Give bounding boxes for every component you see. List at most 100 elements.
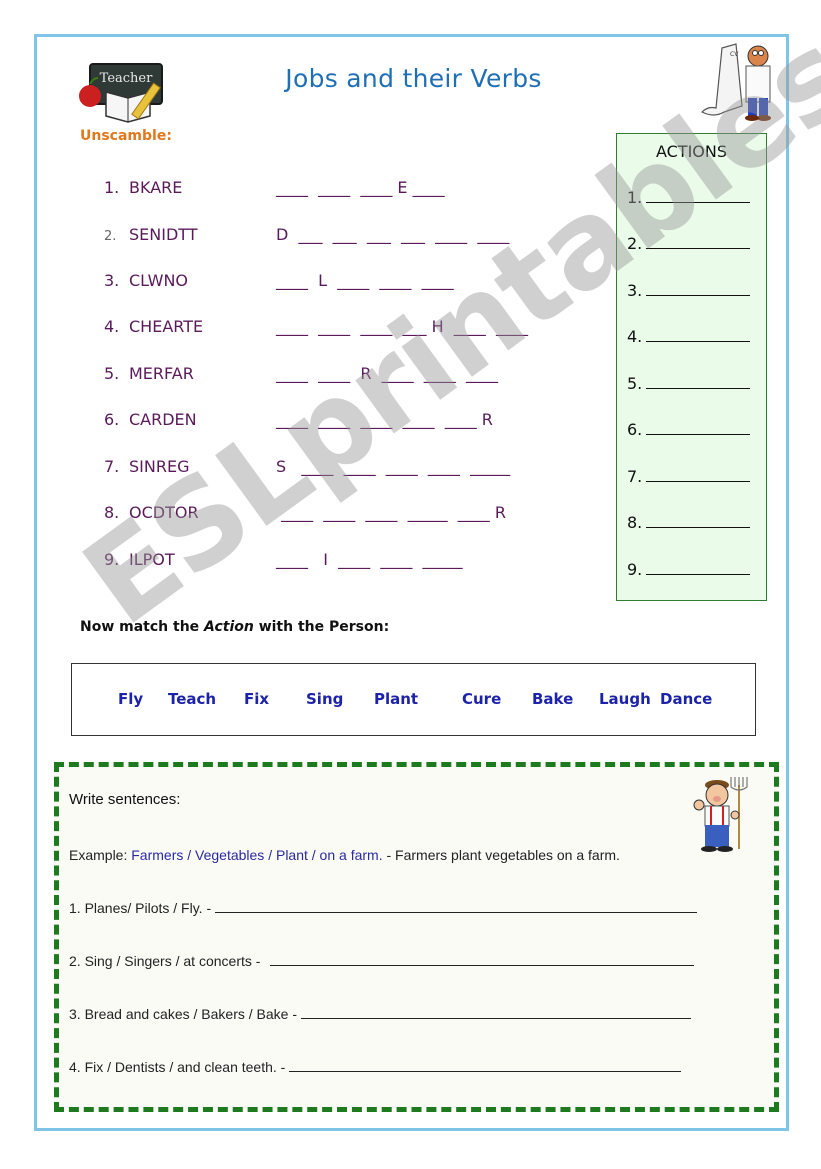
- action-answer-line[interactable]: 3.: [627, 281, 751, 300]
- action-number: 9.: [627, 560, 643, 579]
- example-answer: - Farmers plant vegetables on a farm.: [382, 847, 620, 863]
- item-number: 4.: [104, 317, 120, 336]
- item-number: 6.: [104, 410, 120, 429]
- scrambled-word: SINREG: [129, 457, 190, 476]
- answer-pattern[interactable]: ____ I ____ ____ _____: [276, 550, 463, 569]
- unscramble-item: 3. CLWNO: [104, 271, 188, 290]
- action-answer-line[interactable]: 6.: [627, 420, 751, 439]
- actions-box: ACTIONS 1. 2. 3. 4. 5. 6. 7. 8. 9.: [616, 133, 767, 601]
- action-answer-line[interactable]: 9.: [627, 560, 751, 579]
- sentence-answer-line[interactable]: [270, 953, 695, 966]
- action-blank[interactable]: [646, 562, 751, 575]
- answer-pattern[interactable]: ____ ____ R ____ ____ ____: [276, 364, 498, 383]
- match-label-suffix: with the Person:: [253, 619, 390, 635]
- unscramble-item: 8. OCDTOR: [104, 503, 199, 522]
- scrambled-word: BKARE: [129, 178, 183, 197]
- unscramble-item: 2. SENIDTT: [104, 225, 198, 244]
- scrambled-word: OCDTOR: [129, 503, 199, 522]
- verb-word: Fix: [244, 690, 270, 708]
- sentence-prompt: 1. Planes/ Pilots / Fly. -: [69, 900, 212, 916]
- action-blank[interactable]: [646, 376, 751, 389]
- scrambled-word: CLWNO: [129, 271, 188, 290]
- sentence-item: 4. Fix / Dentists / and clean teeth. -: [69, 1059, 682, 1075]
- action-number: 4.: [627, 327, 643, 346]
- write-sentences-box: Write sentences: Example: Farmers / Vege…: [54, 762, 779, 1112]
- sentence-prompt: 2. Sing / Singers / at concerts -: [69, 953, 261, 969]
- sentence-answer-line[interactable]: [215, 900, 698, 913]
- item-number: 7.: [104, 457, 120, 476]
- item-number: 9.: [104, 550, 120, 569]
- action-blank[interactable]: [646, 283, 751, 296]
- action-answer-line[interactable]: 2.: [627, 234, 751, 253]
- unscramble-item: 6. CARDEN: [104, 410, 197, 429]
- answer-pattern[interactable]: ____ ____ ____ ___ H ____ ____: [276, 317, 528, 336]
- verb-word: Sing: [306, 690, 344, 708]
- verb-word: Cure: [462, 690, 502, 708]
- sentence-item: 3. Bread and cakes / Bakers / Bake -: [69, 1006, 692, 1022]
- doctor-with-cv-icon: CV: [700, 43, 771, 121]
- answer-pattern[interactable]: D ___ ___ ___ ___ ____ ____: [276, 225, 509, 244]
- item-number: 3.: [104, 271, 120, 290]
- verbs-box: Fly Teach Fix Sing Plant Cure Bake Laugh…: [71, 663, 756, 736]
- action-number: 1.: [627, 188, 643, 207]
- action-answer-line[interactable]: 8.: [627, 513, 751, 532]
- action-answer-line[interactable]: 5.: [627, 374, 751, 393]
- action-number: 7.: [627, 467, 643, 486]
- unscramble-item: 5. MERFAR: [104, 364, 194, 383]
- action-number: 2.: [627, 234, 643, 253]
- example-sentence: Example: Farmers / Vegetables / Plant / …: [69, 847, 620, 863]
- action-blank[interactable]: [646, 469, 751, 482]
- action-number: 6.: [627, 420, 643, 439]
- write-sentences-label: Write sentences:: [69, 791, 181, 808]
- unscramble-item: 9. ILPOT: [104, 550, 175, 569]
- answer-pattern[interactable]: ____ ____ ____ _____ ____ R: [276, 503, 506, 522]
- action-number: 3.: [627, 281, 643, 300]
- verb-word: Teach: [168, 690, 217, 708]
- example-prompt: Farmers / Vegetables / Plant / on a farm…: [131, 847, 383, 863]
- sentence-prompt: 4. Fix / Dentists / and clean teeth. -: [69, 1059, 286, 1075]
- sentence-answer-line[interactable]: [301, 1006, 692, 1019]
- answer-pattern[interactable]: ____ L ____ ____ ____: [276, 271, 454, 290]
- sentence-answer-line[interactable]: [289, 1059, 682, 1072]
- unscramble-item: 4. CHEARTE: [104, 317, 203, 336]
- action-answer-line[interactable]: 1.: [627, 188, 751, 207]
- unscramble-label: Unscamble:: [80, 128, 172, 144]
- item-number: 2.: [104, 229, 117, 244]
- unscramble-item: 1. BKARE: [104, 178, 182, 197]
- verb-word: Dance: [660, 690, 713, 708]
- verb-word: Fly: [118, 690, 144, 708]
- verb-word: Laugh: [599, 690, 651, 708]
- action-answer-line[interactable]: 7.: [627, 467, 751, 486]
- action-number: 5.: [627, 374, 643, 393]
- verb-word: Bake: [532, 690, 574, 708]
- item-number: 8.: [104, 503, 120, 522]
- answer-pattern[interactable]: ____ ____ ____ ____ ____ R: [276, 410, 493, 429]
- scrambled-word: ILPOT: [129, 550, 175, 569]
- svg-text:CV: CV: [730, 51, 739, 58]
- farmer-icon: [693, 777, 748, 852]
- item-number: 1.: [104, 178, 120, 197]
- scrambled-word: CHEARTE: [129, 317, 204, 336]
- answer-pattern[interactable]: ____ ____ ____ E ____: [276, 178, 445, 197]
- action-blank[interactable]: [646, 190, 751, 203]
- scrambled-word: CARDEN: [129, 410, 197, 429]
- match-label-prefix: Now match the: [80, 619, 205, 635]
- match-instruction: Now match the Action with the Person:: [80, 619, 389, 635]
- match-label-italic: Action: [204, 619, 254, 635]
- sentence-item: 2. Sing / Singers / at concerts -: [69, 953, 695, 969]
- actions-title: ACTIONS: [655, 142, 728, 161]
- sentence-prompt: 3. Bread and cakes / Bakers / Bake -: [69, 1006, 298, 1022]
- answer-pattern[interactable]: S ____ ____ ____ ____ _____: [276, 457, 510, 476]
- action-blank[interactable]: [646, 236, 751, 249]
- action-number: 8.: [627, 513, 643, 532]
- scrambled-word: MERFAR: [129, 364, 194, 383]
- scrambled-word: SENIDTT: [129, 225, 198, 244]
- action-blank[interactable]: [646, 515, 751, 528]
- action-blank[interactable]: [646, 329, 751, 342]
- example-prefix: Example:: [69, 847, 132, 863]
- unscramble-item: 7. SINREG: [104, 457, 189, 476]
- sentence-item: 1. Planes/ Pilots / Fly. -: [69, 900, 698, 916]
- action-answer-line[interactable]: 4.: [627, 327, 751, 346]
- verb-word: Plant: [374, 690, 419, 708]
- action-blank[interactable]: [646, 422, 751, 435]
